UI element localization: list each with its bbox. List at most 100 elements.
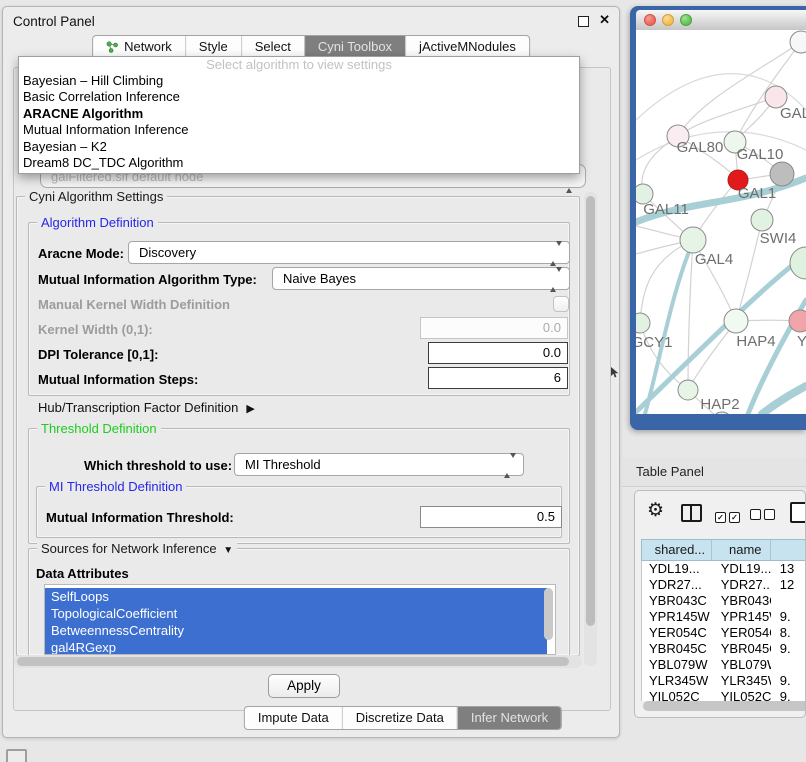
table-cell: YPR145W <box>712 609 771 625</box>
which-threshold-combo[interactable]: MI Threshold <box>234 453 524 476</box>
network-canvas[interactable]: GAL2GAL80GAL10GAL1GAL11SWI4GAL4HAP4YGCY1… <box>636 30 806 414</box>
node-table: shared... name YDL19...YDL19...13YDR27..… <box>641 539 806 701</box>
select-all-columns-icon[interactable]: ✓✓ <box>715 507 743 525</box>
network-edge[interactable] <box>762 386 806 414</box>
tab-cyni-toolbox[interactable]: Cyni Toolbox <box>304 36 405 58</box>
network-edge[interactable] <box>640 240 693 323</box>
table-cell: YBL079W <box>712 657 771 673</box>
table-row[interactable]: YLR345WYLR345W9. <box>642 673 806 689</box>
node-label: GAL4 <box>695 251 733 268</box>
table-cell: 9. <box>771 673 806 689</box>
node-label: GAL1 <box>738 185 776 202</box>
table-cell <box>771 657 806 673</box>
table-row[interactable]: YBR043CYBR043C <box>642 593 806 609</box>
minimize-traffic-light[interactable] <box>662 14 674 26</box>
zoom-traffic-light[interactable] <box>680 14 692 26</box>
split-columns-icon[interactable] <box>681 504 702 522</box>
table-cell: YDL19... <box>642 561 712 577</box>
table-cell: YBR045C <box>642 641 712 657</box>
network-node-big-right[interactable] <box>790 247 806 279</box>
tab-style[interactable]: Style <box>185 36 241 58</box>
table-cell: YBR043C <box>712 593 771 609</box>
partial-bottom-icon[interactable] <box>6 749 27 762</box>
algorithm-option[interactable]: ARACNE Algorithm <box>19 106 579 122</box>
tab-select[interactable]: Select <box>241 36 304 58</box>
table-row[interactable]: YER054CYER054C8. <box>642 625 806 641</box>
tab-discretize-data[interactable]: Discretize Data <box>342 707 457 729</box>
manual-kernel-label: Manual Kernel Width Definition <box>38 297 230 312</box>
network-node-gray-node[interactable] <box>770 162 794 186</box>
algorithm-option[interactable]: Bayesian – Hill Climbing <box>19 73 579 89</box>
deselect-all-columns-icon[interactable] <box>750 507 778 525</box>
network-node-gal4[interactable] <box>680 227 706 253</box>
table-row[interactable]: YPR145WYPR145W9. <box>642 609 806 625</box>
table-row[interactable]: YDR27...YDR27...12 <box>642 577 806 593</box>
network-node-gcy1[interactable] <box>636 313 650 333</box>
algorithm-option[interactable]: Dream8 DC_TDC Algorithm <box>19 155 579 171</box>
mi-steps-field[interactable]: 6 <box>428 367 568 389</box>
dpi-tolerance-field[interactable]: 0.0 <box>428 342 568 364</box>
table-row[interactable]: YIL052CYIL052C9. <box>642 689 806 701</box>
table-hscrollbar-thumb[interactable] <box>643 701 806 711</box>
network-edge[interactable] <box>688 240 693 390</box>
data-attribute-item[interactable]: TopologicalCoefficient <box>45 605 547 622</box>
tab-impute-data[interactable]: Impute Data <box>245 707 342 729</box>
network-node-salmon-node[interactable] <box>789 310 806 332</box>
export-table-icon[interactable] <box>790 502 806 523</box>
tab-jactivemnodules[interactable]: jActiveMNodules <box>405 36 529 58</box>
close-icon[interactable]: ✕ <box>599 12 610 28</box>
screen: Control Panel ✕ Network Style Select Cyn… <box>0 0 806 762</box>
network-node-hap4[interactable] <box>724 309 748 333</box>
attributes-scrollbar[interactable] <box>544 588 553 640</box>
column-header-name[interactable]: name <box>712 540 771 560</box>
close-traffic-light[interactable] <box>644 14 656 26</box>
aracne-mode-label: Aracne Mode: <box>38 246 124 261</box>
algorithm-option[interactable]: Mutual Information Inference <box>19 122 579 138</box>
node-label: GAL10 <box>737 146 784 163</box>
table-row[interactable]: YBR045CYBR045C9. <box>642 641 806 657</box>
table-cell: 9. <box>771 609 806 625</box>
table-panel-strip: Table Panel <box>622 458 806 487</box>
node-label: GCY1 <box>636 334 672 351</box>
algorithm-option[interactable]: Bayesian – K2 <box>19 139 579 155</box>
data-attribute-item[interactable]: gal4RGexp <box>45 639 547 655</box>
table-cell: YER054C <box>712 625 771 641</box>
tab-infer-network[interactable]: Infer Network <box>457 707 561 729</box>
data-attributes-list[interactable]: SelfLoopsTopologicalCoefficientBetweenne… <box>44 584 556 655</box>
bottom-tabs: Impute Data Discretize Data Infer Networ… <box>244 706 562 730</box>
network-edge[interactable] <box>678 97 776 136</box>
algorithm-dropdown-popup: Select algorithm to view settings Bayesi… <box>18 56 580 174</box>
data-attribute-item[interactable]: BetweennessCentrality <box>45 622 547 639</box>
algorithm-option[interactable]: Basic Correlation Inference <box>19 89 579 105</box>
mi-threshold-field[interactable]: 0.5 <box>420 506 562 528</box>
network-node-hap2[interactable] <box>678 380 698 400</box>
network-window-titlebar[interactable] <box>636 10 806 31</box>
window-title: Control Panel <box>13 14 95 29</box>
settings-vscrollbar-thumb[interactable] <box>586 196 595 626</box>
table-cell: YBR043C <box>642 593 712 609</box>
mi-type-combo[interactable]: Naive Bayes <box>272 267 570 290</box>
table-row[interactable]: YBL079WYBL079W <box>642 657 806 673</box>
data-attribute-item[interactable]: SelfLoops <box>45 588 547 605</box>
manual-kernel-checkbox[interactable] <box>553 296 569 312</box>
settings-hscrollbar-thumb[interactable] <box>17 657 569 666</box>
network-node-top-partial[interactable] <box>790 31 806 53</box>
kernel-width-field[interactable]: 0.0 <box>420 317 568 339</box>
table-cell: 9. <box>771 689 806 701</box>
table-row[interactable]: YDL19...YDL19...13 <box>642 561 806 577</box>
float-window-icon[interactable] <box>578 16 589 27</box>
apply-button[interactable]: Apply <box>268 674 340 698</box>
node-label: HAP4 <box>736 333 775 350</box>
node-table-body: YDL19...YDL19...13YDR27...YDR27...12YBR0… <box>641 561 806 701</box>
tab-network[interactable]: Network <box>93 36 185 58</box>
aracne-mode-combo[interactable]: Discovery <box>128 241 570 264</box>
hub-section-header[interactable]: Hub/Transcription Factor Definition▶ <box>38 400 255 415</box>
table-cell: 12 <box>771 577 806 593</box>
column-header-partial[interactable] <box>771 540 806 560</box>
table-cell: YIL052C <box>712 689 771 701</box>
network-node-swi4[interactable] <box>751 209 773 231</box>
column-header-shared-name[interactable]: shared... <box>642 540 712 560</box>
table-cell: YDR27... <box>712 577 771 593</box>
table-settings-gear-icon[interactable]: ⚙ <box>647 501 664 520</box>
dpi-tolerance-label: DPI Tolerance [0,1]: <box>38 347 158 362</box>
